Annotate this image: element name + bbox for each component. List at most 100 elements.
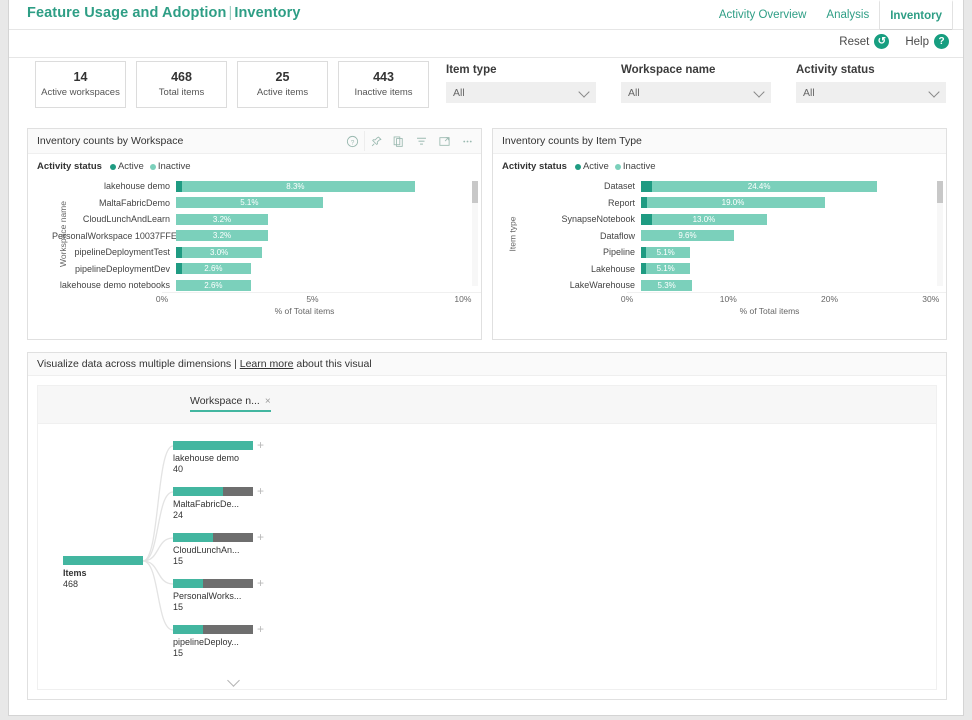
slicer-workspace-name-dropdown[interactable]: All [621, 82, 771, 103]
stacked-bar[interactable]: 2.6% [176, 279, 251, 291]
stacked-bar[interactable]: 19.0% [641, 197, 825, 208]
kpi-label: Total items [158, 86, 205, 98]
bar-row[interactable]: pipelineDeploymentTest 3.0% [52, 244, 481, 260]
tree-node-pipelinedeploy[interactable]: + pipelineDeploy... 15 [173, 623, 264, 658]
kpi-active-workspaces[interactable]: 14 Active workspaces [35, 61, 126, 108]
stacked-bar[interactable]: 3.2% [176, 230, 269, 241]
chart-scrollbar[interactable] [937, 181, 943, 286]
chart-scrollbar-thumb[interactable] [937, 181, 943, 203]
bar-row[interactable]: lakehouse demo 8.3% [52, 178, 481, 194]
bar-row[interactable]: Lakehouse 5.1% [517, 261, 946, 277]
bar-data-label: 2.6% [204, 264, 223, 273]
tree-node-root[interactable]: Items 468 [63, 556, 143, 589]
tab-inventory[interactable]: Inventory [879, 0, 953, 30]
slicer-value: All [628, 86, 640, 99]
help-button[interactable]: Help ? [905, 34, 949, 49]
expand-icon[interactable]: + [257, 531, 264, 543]
bar-row[interactable]: PersonalWorkspace 10037FFE... 3.2% [52, 228, 481, 244]
kpi-active-items[interactable]: 25 Active items [237, 61, 328, 108]
chevron-down-icon[interactable] [228, 676, 241, 683]
expand-icon[interactable]: + [257, 623, 264, 635]
close-icon[interactable]: × [265, 396, 271, 407]
bar-track: 9.6% [641, 230, 946, 241]
tree-node-cloudlunchandlearn[interactable]: + CloudLunchAn... 15 [173, 531, 264, 566]
copy-icon[interactable] [387, 131, 410, 151]
kpi-total-items[interactable]: 468 Total items [136, 61, 227, 108]
expand-icon[interactable]: + [257, 439, 264, 451]
tree-body: Workspace n... × Items 468 + lakehouse d… [28, 376, 946, 699]
bar-row[interactable]: pipelineDeploymentDev 2.6% [52, 261, 481, 277]
bar-category-label: Pipeline [602, 247, 635, 257]
tab-activity-overview[interactable]: Activity Overview [709, 0, 817, 30]
focus-icon[interactable] [433, 131, 456, 151]
learn-more-link[interactable]: Learn more [240, 358, 294, 370]
bar-track: 3.2% [176, 213, 481, 225]
bar-row[interactable]: Pipeline 5.1% [517, 244, 946, 260]
bar-row[interactable]: LakeWarehouse 5.3% [517, 277, 946, 293]
bar-category-label: Report [607, 197, 635, 208]
kpi-value: 468 [171, 69, 192, 84]
stacked-bar[interactable]: 13.0% [641, 213, 767, 225]
stacked-bar[interactable]: 2.6% [176, 263, 251, 274]
x-axis-title: % of Total items [739, 306, 800, 316]
title-bar: Feature Usage and Adoption | Inventory Act… [9, 0, 963, 30]
legend-item-inactive[interactable]: Inactive [614, 161, 656, 172]
reset-circle-icon: ↺ [874, 34, 890, 49]
legend-item-active[interactable]: Active [109, 161, 144, 172]
tree-node-value: 15 [173, 602, 184, 612]
bar-row[interactable]: Report 19.0% [517, 195, 946, 211]
page-title: Feature Usage and Adoption | Inventory [27, 5, 301, 21]
stacked-bar[interactable]: 8.3% [176, 180, 415, 192]
stacked-bar[interactable]: 5.1% [641, 263, 691, 274]
more-options-icon[interactable] [456, 131, 479, 151]
chip-label: Workspace n... [190, 395, 260, 407]
bar-row[interactable]: CloudLunchAndLearn 3.2% [52, 211, 481, 227]
info-icon[interactable]: ? [341, 131, 364, 151]
reset-button[interactable]: Reset ↺ [839, 34, 890, 49]
slicer-item-type-dropdown[interactable]: All [446, 82, 596, 103]
tree-node-value: 15 [173, 556, 184, 566]
bar-track: 5.3% [641, 279, 946, 291]
bar-row[interactable]: lakehouse demo notebooks 2.6% [52, 277, 481, 293]
stacked-bar[interactable]: 3.2% [176, 213, 269, 225]
legend-title: Activity status [502, 161, 567, 172]
tree-node-lakehouse-demo[interactable]: + lakehouse demo 40 [173, 439, 264, 474]
stacked-bar[interactable]: 5.1% [176, 197, 323, 208]
legend-swatch-inactive [149, 163, 156, 170]
bar-data-label: 13.0% [692, 214, 716, 224]
bar-data-label: 24.4% [747, 181, 771, 191]
slicer-label: Activity status [796, 64, 875, 76]
bar-row[interactable]: SynapseNotebook 13.0% [517, 211, 946, 227]
bar-category-label: Dataset [603, 181, 635, 191]
bar-row[interactable]: MaltaFabricDemo 5.1% [52, 195, 481, 211]
slicer-activity-status-dropdown[interactable]: All [796, 82, 946, 103]
bar-track: 24.4% [641, 180, 946, 192]
filter-icon[interactable] [410, 131, 433, 151]
chart-scrollbar-thumb[interactable] [472, 181, 478, 203]
pin-icon[interactable] [364, 131, 387, 151]
stacked-bar[interactable]: 9.6% [641, 230, 734, 241]
tree-node-personalworkspace[interactable]: + PersonalWorks... 15 [173, 577, 264, 612]
legend-item-inactive[interactable]: Inactive [149, 161, 191, 172]
expand-icon[interactable]: + [257, 485, 264, 497]
kpi-value: 25 [275, 69, 290, 84]
tab-analysis[interactable]: Analysis [816, 0, 879, 30]
stacked-bar[interactable]: 24.4% [641, 180, 878, 192]
bar-row[interactable]: Dataset 24.4% [517, 178, 946, 194]
tree-node-maltafabricdemo[interactable]: + MaltaFabricDe... 24 [173, 485, 264, 520]
chart-scrollbar[interactable] [472, 181, 478, 286]
tree-inner: Workspace n... × Items 468 + lakehouse d… [37, 385, 937, 690]
bar-row[interactable]: Dataflow 9.6% [517, 228, 946, 244]
tree-level-chip-workspace-name[interactable]: Workspace n... × [190, 395, 271, 412]
stacked-bar[interactable]: 3.0% [176, 246, 263, 258]
stacked-bar[interactable]: 5.3% [641, 279, 693, 291]
legend-swatch-inactive [614, 163, 621, 170]
legend-item-active[interactable]: Active [574, 161, 609, 172]
expand-icon[interactable]: + [257, 577, 264, 589]
kpi-inactive-items[interactable]: 443 Inactive items [338, 61, 429, 108]
tree-node-value: 468 [63, 579, 79, 589]
stacked-bar[interactable]: 5.1% [641, 246, 691, 258]
page-title-separator: | [228, 5, 233, 21]
chart-legend: Activity status Active Inactive [28, 154, 481, 172]
slicer-label: Item type [446, 64, 497, 76]
